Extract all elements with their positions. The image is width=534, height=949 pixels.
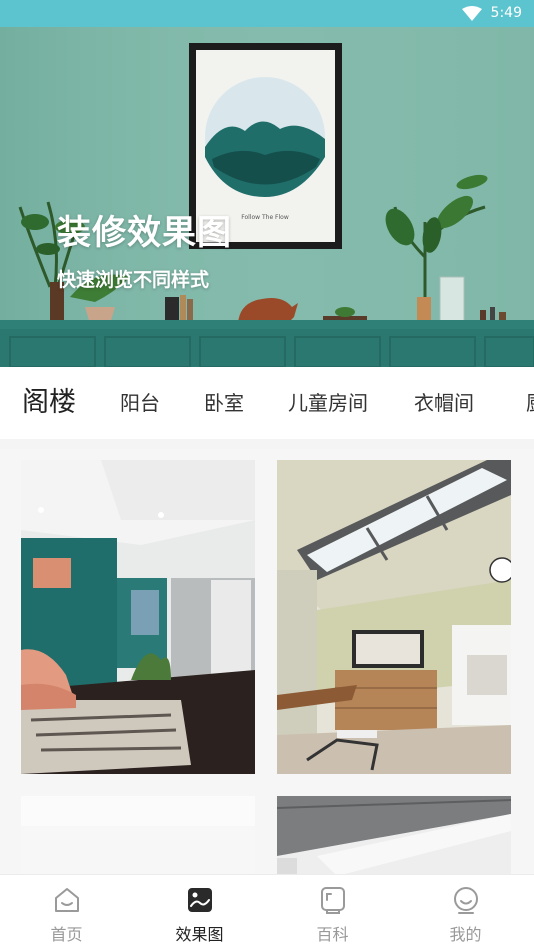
gallery-image [21,460,255,774]
tab-balcony[interactable]: 阳台 [120,367,160,439]
poster-caption: Follow The Flow [241,214,289,221]
nav-gallery-label: 效果图 [175,925,224,944]
gallery-card[interactable] [277,796,511,874]
gallery-card[interactable] [21,460,255,774]
nav-home-label: 首页 [50,925,83,944]
encyclopedia-icon [320,887,345,914]
gallery-image [277,796,511,874]
section-divider [0,439,534,449]
tab-kitchen[interactable]: 厨 [526,367,534,439]
tab-attic[interactable]: 阁楼 [22,367,76,439]
hero-illustration: Follow The Flow [0,27,534,367]
status-bar: 5:49 [0,0,534,27]
nav-profile[interactable]: 我的 [399,875,532,949]
wifi-icon [462,6,482,21]
gallery-card[interactable] [21,796,255,874]
tab-kids-room[interactable]: 儿童房间 [288,367,368,439]
nav-gallery[interactable]: 效果图 [133,875,266,949]
nav-encyclopedia[interactable]: 百科 [266,875,399,949]
nav-profile-label: 我的 [449,925,482,944]
hero-subtitle: 快速浏览不同样式 [57,269,210,291]
status-time: 5:49 [490,5,522,21]
hero-banner[interactable]: Follow The Flow 装修效果图 快速浏览不同样式 [0,27,534,367]
gallery-card[interactable] [277,460,511,774]
hero-title: 装修效果图 [57,213,232,253]
profile-icon [453,887,478,914]
gallery-grid [0,449,534,874]
bottom-navigation: 首页 效果图 百科 我的 [0,874,534,949]
home-icon [54,888,79,912]
nav-home[interactable]: 首页 [0,875,133,949]
gallery-image [21,796,255,874]
tab-bedroom[interactable]: 卧室 [204,367,244,439]
gallery-image [277,460,511,774]
tab-cloakroom[interactable]: 衣帽间 [414,367,474,439]
gallery-icon [187,888,212,912]
nav-encyclopedia-label: 百科 [316,925,349,944]
category-tabs: 阁楼 阳台 卧室 儿童房间 衣帽间 厨 [0,367,534,439]
